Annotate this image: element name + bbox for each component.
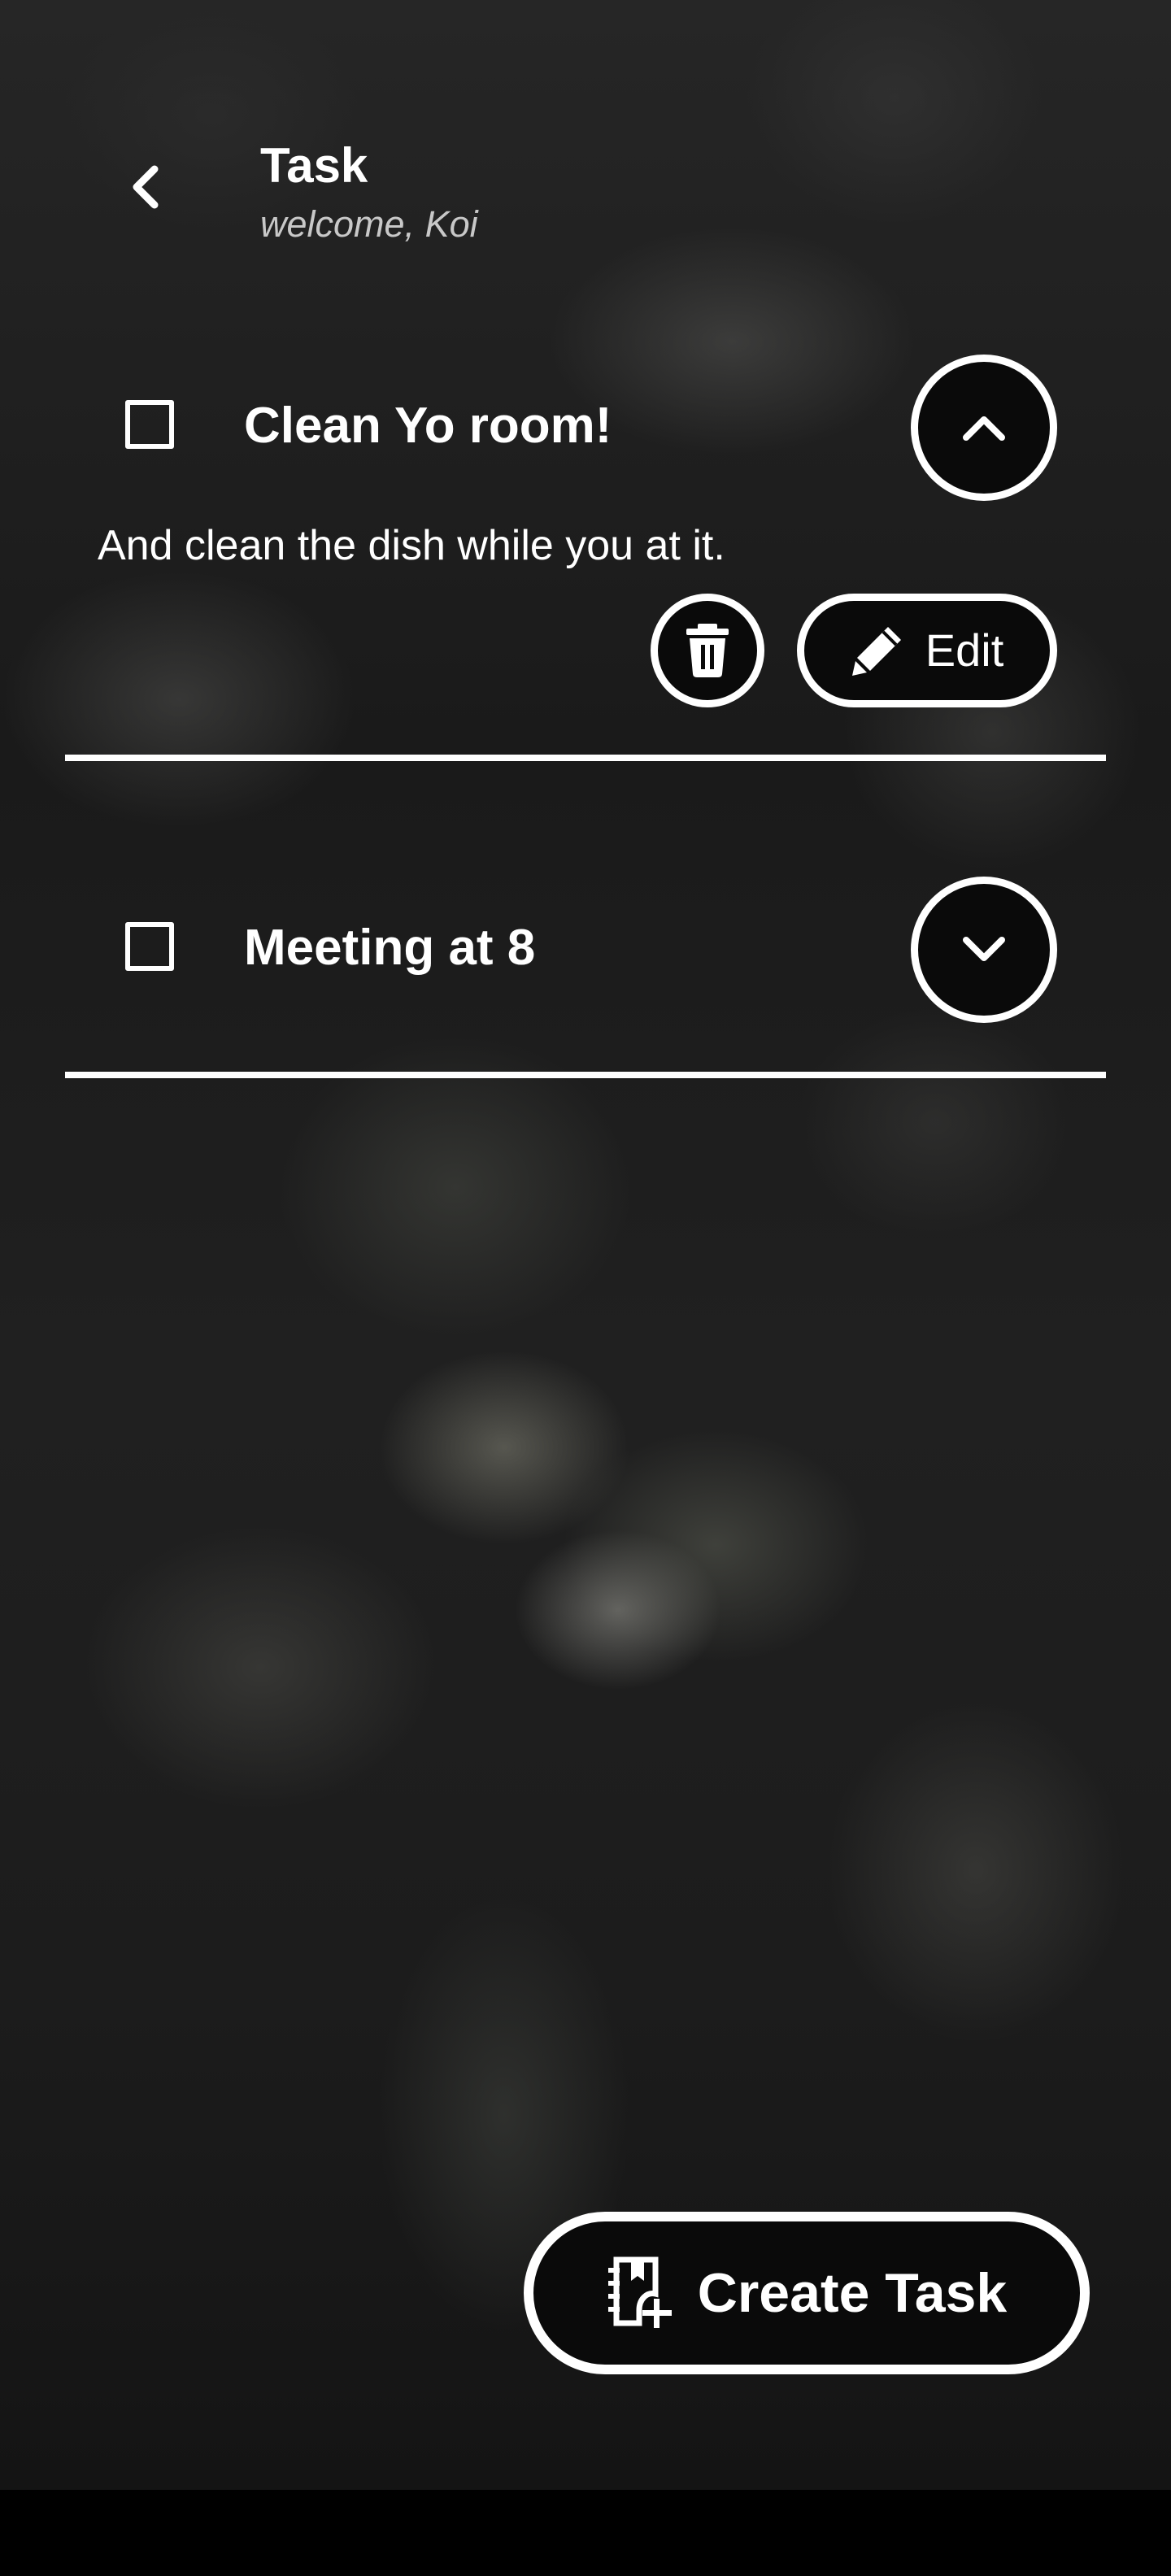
chevron-down-icon <box>963 937 1005 961</box>
pencil-icon <box>851 627 901 676</box>
expand-task-button[interactable] <box>911 877 1057 1023</box>
task-checkbox[interactable] <box>125 400 174 449</box>
create-task-button[interactable]: Create Task <box>524 2212 1090 2374</box>
task-divider <box>65 1072 1106 1078</box>
notebook-plus-icon <box>607 2256 672 2328</box>
task-title: Meeting at 8 <box>244 920 536 976</box>
task-checkbox[interactable] <box>125 922 174 971</box>
task-screen: Task welcome, Koi Clean Yo room! And cle… <box>0 0 1171 2576</box>
page-title: Task <box>260 138 368 193</box>
task-divider <box>65 755 1106 761</box>
task-description: And clean the dish while you at it. <box>98 522 725 569</box>
create-task-label: Create Task <box>697 2262 1008 2324</box>
edit-task-button[interactable]: Edit <box>797 594 1057 707</box>
trash-icon <box>686 624 729 677</box>
system-navigation-bar <box>0 2490 1171 2576</box>
chevron-up-icon <box>963 416 1005 441</box>
delete-task-button[interactable] <box>651 594 764 707</box>
task-item: Meeting at 8 <box>65 877 1106 1080</box>
collapse-task-button[interactable] <box>911 355 1057 501</box>
edit-label: Edit <box>925 624 1004 676</box>
task-title: Clean Yo room! <box>244 398 612 454</box>
back-button[interactable] <box>106 146 187 228</box>
task-item: Clean Yo room! And clean the dish while … <box>65 355 1106 761</box>
chevron-left-icon <box>133 165 159 209</box>
welcome-subtitle: welcome, Koi <box>260 203 478 245</box>
